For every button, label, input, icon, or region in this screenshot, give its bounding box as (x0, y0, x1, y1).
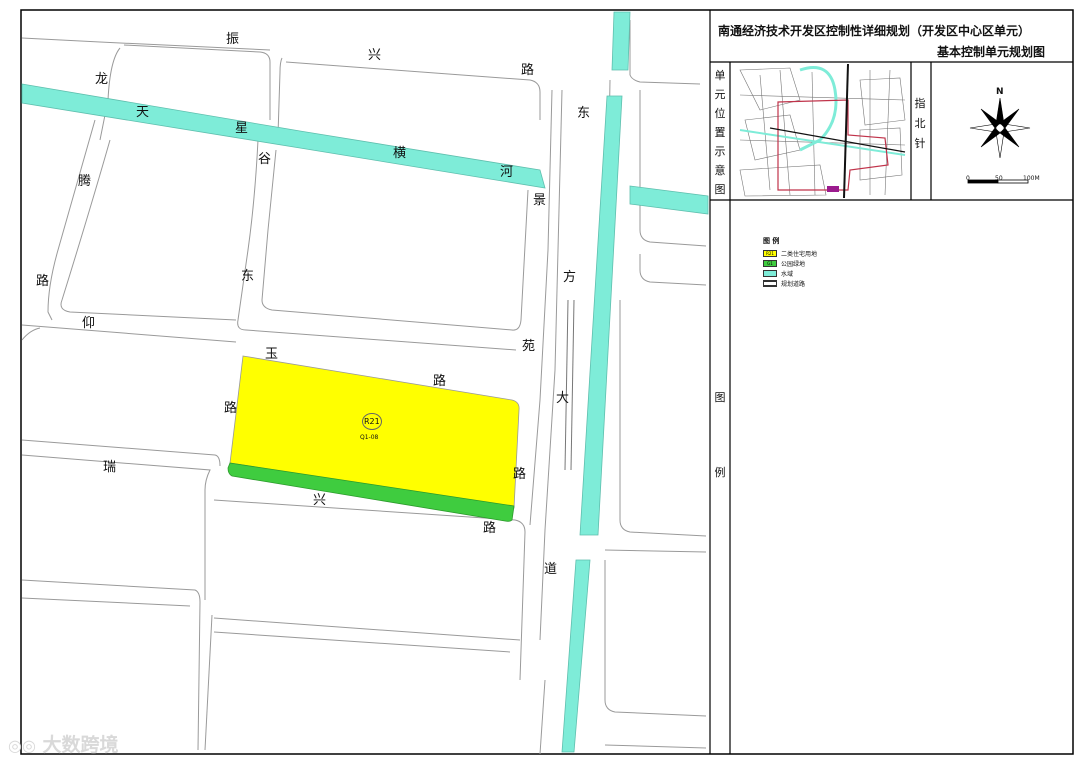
location-map-label: 单元位置示意图 (714, 69, 726, 196)
street-yangyu-3: 路 (433, 374, 447, 389)
scale-tick-0: 0 (966, 175, 970, 182)
street-dongfang-3: 大 (556, 391, 570, 406)
parcel-id: Q1-08 (360, 434, 379, 441)
legend-item-road: 规划道路 (763, 278, 883, 288)
street-ruixing-1: 瑞 (103, 460, 117, 475)
street-longteng-1: 龙 (95, 72, 109, 87)
street-ruixing-2: 兴 (313, 493, 327, 508)
street-zhenxing-1: 振 (226, 32, 240, 47)
legend-item-residential: R21 二类住宅用地 (763, 248, 883, 258)
legend-swatch-residential: R21 (763, 249, 777, 257)
street-zhenxing-3: 路 (521, 63, 535, 78)
legend-swatch-park: G1 (763, 259, 777, 267)
legend-item-water: 水域 (763, 268, 883, 278)
legend-label-road: 规划道路 (781, 280, 806, 288)
map-subtitle: 基本控制单元规划图 (937, 45, 1046, 59)
legend-swatch-water (763, 269, 777, 277)
river-tianxing-4: 河 (500, 165, 514, 180)
street-dongfang-1: 东 (577, 106, 591, 121)
street-lu-left: 路 (224, 401, 238, 416)
north-arrow-label: 指北针 (914, 97, 926, 150)
north-letter: N (996, 87, 1004, 97)
location-map-thumbnail (732, 63, 910, 199)
scale-tick-50: 50 (995, 175, 1003, 182)
street-yangyu-2: 玉 (265, 347, 279, 362)
street-longteng-2: 腾 (78, 174, 92, 189)
street-jingyuan-2: 苑 (522, 339, 536, 354)
street-jingyuan-1: 景 (533, 193, 547, 208)
watermark: ◎◎ 大数跨境 (8, 730, 119, 757)
legend-label-park: 公园绿地 (781, 260, 806, 268)
street-dongfang-4: 道 (544, 562, 558, 577)
street-dongfang-2: 方 (563, 270, 577, 285)
street-yangyu-1: 仰 (82, 316, 96, 331)
map-title: 南通经济技术开发区控制性详细规划（开发区中心区单元） (718, 24, 1031, 38)
legend: 图 例 R21 二类住宅用地 G1 公园绿地 水域 规划道路 (763, 236, 883, 288)
legend-title: 图 例 (763, 237, 780, 245)
street-ruixing-3: 路 (483, 521, 497, 536)
street-zhenxing-2: 兴 (368, 48, 382, 63)
legend-label-water: 水域 (781, 270, 794, 278)
legend-label-residential: 二类住宅用地 (781, 250, 818, 258)
watermark-text: 大数跨境 (42, 734, 119, 756)
parcel-code: R21 (362, 413, 382, 430)
legend-swatch-road (763, 279, 777, 287)
river-tianxing-2: 星 (235, 121, 249, 136)
street-longteng-3: 路 (36, 274, 50, 289)
legend-item-park: G1 公园绿地 (763, 258, 883, 268)
scale-tick-100: 100M (1023, 175, 1040, 182)
street-gudong-1: 谷 (258, 152, 272, 167)
river-tianxing-3: 横 (393, 146, 407, 161)
legend-side-label: 图例 (714, 391, 726, 479)
watermark-logo-icon: ◎◎ (8, 736, 36, 755)
street-jingyuan-3: 路 (513, 467, 527, 482)
canal-north (611, 11, 631, 71)
river-tianxing-1: 天 (136, 105, 150, 120)
street-gudong-2: 东 (241, 269, 255, 284)
